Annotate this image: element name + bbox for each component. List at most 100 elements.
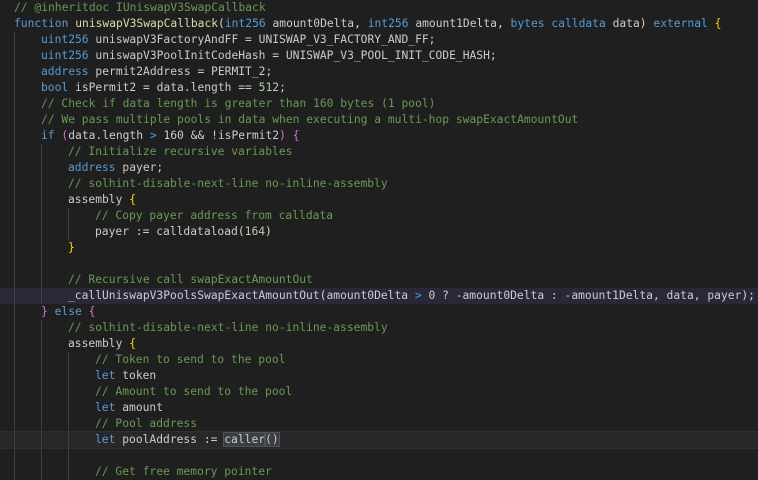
code-token: // Pool address xyxy=(95,417,198,430)
indent-guide xyxy=(14,32,15,48)
code-token: // solhint-disable-next-line no-inline-a… xyxy=(68,177,388,190)
code-token: { xyxy=(88,305,96,318)
code-line[interactable]: uint256 uniswapV3PoolInitCodeHash = UNIS… xyxy=(0,48,758,64)
code-token: 0 ? -amount0Delta : -amount1Delta, data,… xyxy=(421,289,742,302)
code-token: } xyxy=(41,305,55,318)
code-line[interactable] xyxy=(0,256,758,272)
code-line[interactable]: // Token to send to the pool xyxy=(0,352,758,368)
code-line[interactable]: // Amount to send to the pool xyxy=(0,384,758,400)
code-line[interactable]: assembly { xyxy=(0,336,758,352)
code-line[interactable]: // Check if data length is greater than … xyxy=(0,96,758,112)
indent-guide xyxy=(14,48,15,64)
code-line[interactable]: bool isPermit2 = data.length == 512; xyxy=(0,80,758,96)
code-token: // solhint-disable-next-line no-inline-a… xyxy=(68,321,388,334)
indent-guide xyxy=(14,288,15,304)
code-line[interactable]: // Get free memory pointer xyxy=(0,464,758,480)
code-line[interactable]: let poolAddress := caller() xyxy=(0,431,758,449)
indent-guide xyxy=(68,352,69,368)
code-token: uniswapV3SwapCallback xyxy=(75,17,219,30)
code-editor[interactable]: // @inheritdoc IUniswapV3SwapCallback fun… xyxy=(0,0,758,480)
code-line[interactable] xyxy=(0,448,758,464)
code-line[interactable]: // Initialize recursive variables xyxy=(0,144,758,160)
code-token: , xyxy=(496,17,511,30)
code-line[interactable]: function uniswapV3SwapCallback(int256 am… xyxy=(0,16,758,32)
code-token: isPermit2 = data.length == xyxy=(75,81,259,94)
code-token: ); xyxy=(741,289,755,302)
indent-guide xyxy=(14,240,15,256)
code-line[interactable]: // We pass multiple pools in data when e… xyxy=(0,112,758,128)
code-token: assembly xyxy=(68,337,130,350)
code-line[interactable]: let amount xyxy=(0,400,758,416)
code-token: uniswapV3FactoryAndFF = UNISWAP_V3_FACTO… xyxy=(95,33,436,46)
code-token: let xyxy=(95,433,123,446)
code-line[interactable]: address payer; xyxy=(0,160,758,176)
code-token: amount xyxy=(122,401,164,414)
code-token: address xyxy=(68,161,123,174)
indent-guide xyxy=(14,64,15,80)
code-line[interactable]: // Pool address xyxy=(0,416,758,432)
indent-guide xyxy=(41,464,42,480)
indent-guide xyxy=(14,144,15,160)
code-token: { xyxy=(129,193,137,206)
indent-guide xyxy=(41,224,42,240)
code-line[interactable]: payer := calldataload(164) xyxy=(0,224,758,240)
code-line[interactable]: } else { xyxy=(0,304,758,320)
code-token: 160 && !isPermit2 xyxy=(156,129,280,142)
code-token: payer := calldataload xyxy=(95,225,238,238)
code-token: , xyxy=(354,17,368,30)
code-line[interactable]: // Copy payer address from calldata xyxy=(0,208,758,224)
code-token: data xyxy=(612,17,640,30)
indent-guide xyxy=(14,256,15,272)
indent-guide xyxy=(14,432,15,448)
code-token: ) xyxy=(279,129,286,142)
indent-guide xyxy=(41,208,42,224)
indent-guide xyxy=(14,368,15,384)
code-token: { xyxy=(292,129,300,142)
code-token: { xyxy=(129,337,137,350)
indent-guide xyxy=(41,432,42,448)
indent-guide xyxy=(41,416,42,432)
code-line[interactable]: if (data.length > 160 && !isPermit2) { xyxy=(0,128,758,144)
indent-guide xyxy=(41,336,42,352)
code-token: if xyxy=(41,129,62,142)
code-token: function xyxy=(14,17,76,30)
code-line[interactable]: // Recursive call swapExactAmountOut xyxy=(0,272,758,288)
code-token: // Initialize recursive variables xyxy=(68,145,293,158)
code-token: let xyxy=(95,401,123,414)
code-line[interactable]: // solhint-disable-next-line no-inline-a… xyxy=(0,176,758,192)
code-line[interactable]: // @inheritdoc IUniswapV3SwapCallback xyxy=(0,0,758,16)
indent-guide xyxy=(41,256,42,272)
code-token: uint256 xyxy=(41,49,96,62)
code-token: // Copy payer address from calldata xyxy=(95,209,334,222)
indent-guide xyxy=(68,208,69,224)
code-token: amount0Delta xyxy=(326,289,415,302)
code-line[interactable]: let token xyxy=(0,368,758,384)
code-token: payer; xyxy=(122,161,164,174)
code-token: permit2Address = PERMIT_2; xyxy=(95,65,273,78)
indent-guide xyxy=(14,96,15,112)
indent-guide xyxy=(68,224,69,240)
indent-guide xyxy=(41,288,42,304)
code-line[interactable]: assembly { xyxy=(0,192,758,208)
indent-guide xyxy=(41,368,42,384)
code-token: > xyxy=(414,289,422,302)
indent-guide xyxy=(14,176,15,192)
indent-guide xyxy=(41,176,42,192)
code-line[interactable]: // solhint-disable-next-line no-inline-a… xyxy=(0,320,758,336)
code-token: caller xyxy=(223,432,267,447)
code-token: > xyxy=(149,129,157,142)
indent-guide xyxy=(41,384,42,400)
code-token: calldata xyxy=(551,17,613,30)
code-token: int256 xyxy=(367,17,416,30)
indent-guide xyxy=(68,384,69,400)
code-line[interactable]: _callUniswapV3PoolsSwapExactAmountOut(am… xyxy=(0,288,758,304)
indent-guide xyxy=(14,80,15,96)
code-token: // Get free memory pointer xyxy=(95,465,272,478)
code-token: amount0Delta xyxy=(272,17,355,30)
indent-guide xyxy=(14,208,15,224)
code-token: _callUniswapV3PoolsSwapExactAmountOut xyxy=(68,289,320,302)
code-line[interactable]: } xyxy=(0,240,758,256)
code-line[interactable]: uint256 uniswapV3FactoryAndFF = UNISWAP_… xyxy=(0,32,758,48)
code-line[interactable]: address permit2Address = PERMIT_2; xyxy=(0,64,758,80)
indent-guide xyxy=(14,272,15,288)
